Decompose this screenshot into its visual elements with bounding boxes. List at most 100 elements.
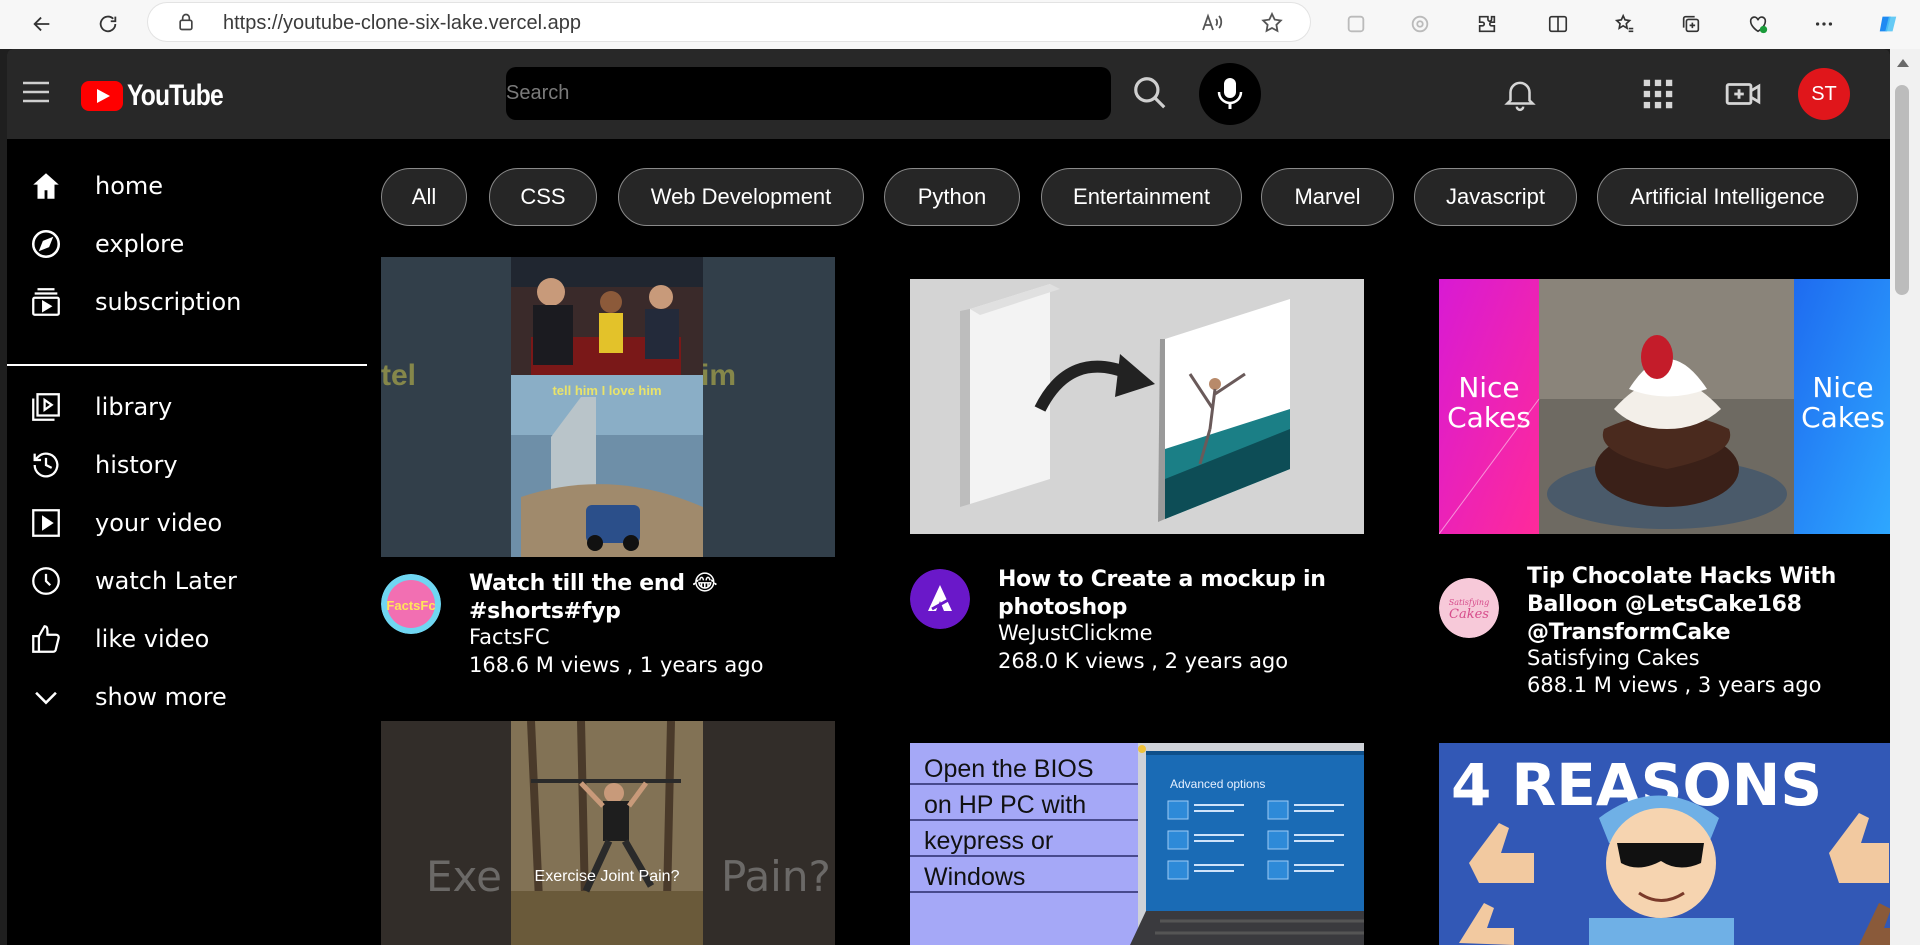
video-title[interactable]: How to Create a mockup in photoshop <box>998 566 1368 622</box>
chip-css[interactable]: CSS <box>489 168 597 226</box>
thumb-caption: tell him I love him <box>552 383 661 398</box>
youtube-play-icon <box>81 81 123 111</box>
favorite-star-icon[interactable] <box>1260 11 1284 35</box>
app-header: YouTube ST <box>7 49 1890 139</box>
voice-search-button[interactable] <box>1199 63 1261 125</box>
sidebar-item-label: home <box>95 172 164 200</box>
sidebar-item-subscription[interactable]: subscription <box>7 275 367 329</box>
channel-name[interactable]: Satisfying Cakes <box>1527 646 1700 670</box>
video-stats: 688.1 M views , 3 years ago <box>1527 673 1822 697</box>
video-thumbnail[interactable]: Nice Cakes Nice Cakes <box>1439 279 1890 534</box>
sidebar-item-label: your video <box>95 509 223 537</box>
history-icon <box>33 452 59 478</box>
video-thumbnail[interactable]: Open the BIOS on HP PC with keypress or … <box>910 743 1364 945</box>
bell-icon[interactable] <box>1501 75 1539 113</box>
video-card[interactable]: 4 REASONS <box>1439 743 1890 945</box>
extensions-icon[interactable] <box>1471 8 1503 40</box>
channel-name[interactable]: FactsFC <box>469 625 549 649</box>
svg-text:Cakes: Cakes <box>1447 401 1531 434</box>
video-card[interactable]: Nice Cakes Nice Cakes Satisfying Cakes Ti… <box>1439 279 1890 719</box>
chip-python[interactable]: Python <box>884 168 1020 226</box>
video-title[interactable]: Watch till the end 😂 #shorts#fyp <box>469 570 839 626</box>
apps-grid-icon[interactable] <box>1639 75 1677 113</box>
back-icon[interactable] <box>26 8 58 40</box>
library-icon <box>32 393 60 421</box>
sidebar-item-show-more[interactable]: show more <box>7 670 367 724</box>
video-stats: 268.0 K views , 2 years ago <box>998 649 1289 673</box>
clock-icon <box>32 567 60 595</box>
user-avatar[interactable]: ST <box>1798 68 1850 120</box>
address-bar[interactable]: https://youtube-clone-six-lake.vercel.ap… <box>148 3 1310 41</box>
browser-essentials-icon[interactable] <box>1742 8 1774 40</box>
svg-text:keypress or: keypress or <box>924 827 1053 855</box>
youtube-logo[interactable]: YouTube <box>81 79 244 113</box>
extension-puzzle-gray-icon[interactable] <box>1340 8 1372 40</box>
browser-toolbar: https://youtube-clone-six-lake.vercel.ap… <box>0 0 1920 49</box>
scroll-up-arrow-icon[interactable] <box>1897 59 1909 67</box>
sidebar-item-label: show more <box>95 683 227 711</box>
lock-icon <box>179 13 193 31</box>
search-icon[interactable] <box>1131 74 1169 112</box>
svg-text:Cakes: Cakes <box>1801 401 1885 434</box>
channel-name[interactable]: WeJustClickme <box>998 621 1153 645</box>
extension-circle-icon[interactable] <box>1404 8 1436 40</box>
video-card[interactable]: tel im tell him I love him FactsFc Watch… <box>381 257 835 697</box>
url-text: https://youtube-clone-six-lake.vercel.ap… <box>223 12 581 34</box>
video-card[interactable]: How to Create a mockup in photoshop WeJu… <box>910 279 1364 699</box>
video-thumbnail[interactable] <box>910 279 1364 534</box>
subscriptions-icon <box>32 288 60 316</box>
svg-text:Nice: Nice <box>1458 371 1519 404</box>
svg-text:Pain?: Pain? <box>721 852 831 901</box>
svg-text:im: im <box>701 359 736 392</box>
svg-text:Advanced options: Advanced options <box>1170 777 1265 791</box>
sidebar-item-label: library <box>95 393 173 421</box>
more-options-icon[interactable] <box>1808 8 1840 40</box>
collections-icon[interactable] <box>1675 8 1707 40</box>
chip-web-development[interactable]: Web Development <box>618 168 864 226</box>
video-card[interactable]: Open the BIOS on HP PC with keypress or … <box>910 743 1364 945</box>
chip-all[interactable]: All <box>381 168 467 226</box>
svg-text:Cakes: Cakes <box>1449 607 1489 622</box>
video-card[interactable]: Exe Pain? Exercise Joint Pain? <box>381 721 835 945</box>
split-screen-icon[interactable] <box>1542 8 1574 40</box>
video-title[interactable]: Tip Chocolate Hacks With Balloon @LetsCa… <box>1527 563 1890 647</box>
refresh-icon[interactable] <box>92 8 124 40</box>
home-icon <box>33 173 59 199</box>
logo-text: YouTube <box>127 79 224 112</box>
sidebar-item-label: history <box>95 451 178 479</box>
sidebar-item-history[interactable]: history <box>7 438 367 492</box>
read-aloud-icon[interactable] <box>1200 11 1224 35</box>
video-thumbnail[interactable]: tel im tell him I love him <box>381 257 835 557</box>
video-stats: 168.6 M views , 1 years ago <box>469 653 764 677</box>
svg-text:Exe: Exe <box>426 852 502 901</box>
sidebar-divider <box>7 364 367 366</box>
create-video-icon[interactable] <box>1724 75 1762 113</box>
page-scrollbar[interactable] <box>1890 49 1920 945</box>
channel-avatar[interactable] <box>910 569 970 629</box>
chip-artificial-intelligence[interactable]: Artificial Intelligence <box>1597 168 1858 226</box>
sidebar-item-watch-later[interactable]: watch Later <box>7 554 367 608</box>
youtube-app: YouTube ST home explore subscription <box>7 49 1890 945</box>
chip-marvel[interactable]: Marvel <box>1261 168 1394 226</box>
sidebar-item-home[interactable]: home <box>7 159 367 213</box>
search-bar <box>506 67 1111 120</box>
copilot-icon[interactable] <box>1872 8 1904 40</box>
video-thumbnail[interactable]: 4 REASONS <box>1439 743 1890 945</box>
svg-text:Satisfying: Satisfying <box>1449 598 1489 607</box>
sidebar-item-your-video[interactable]: your video <box>7 496 367 550</box>
svg-text:tel: tel <box>381 359 416 392</box>
channel-avatar[interactable]: FactsFc <box>381 574 441 634</box>
sidebar-item-explore[interactable]: explore <box>7 217 367 271</box>
channel-avatar[interactable]: Satisfying Cakes <box>1439 578 1499 638</box>
video-thumbnail[interactable]: Exe Pain? Exercise Joint Pain? <box>381 721 835 945</box>
svg-text:on HP PC with: on HP PC with <box>924 791 1086 819</box>
svg-text:Nice: Nice <box>1812 371 1873 404</box>
favorites-icon[interactable] <box>1609 8 1641 40</box>
menu-icon[interactable] <box>21 77 51 107</box>
sidebar-item-like-video[interactable]: like video <box>7 612 367 666</box>
search-input[interactable] <box>506 67 1111 120</box>
sidebar-item-library[interactable]: library <box>7 380 367 434</box>
scrollbar-thumb[interactable] <box>1895 85 1909 295</box>
chip-javascript[interactable]: Javascript <box>1414 168 1577 226</box>
chip-entertainment[interactable]: Entertainment <box>1041 168 1242 226</box>
